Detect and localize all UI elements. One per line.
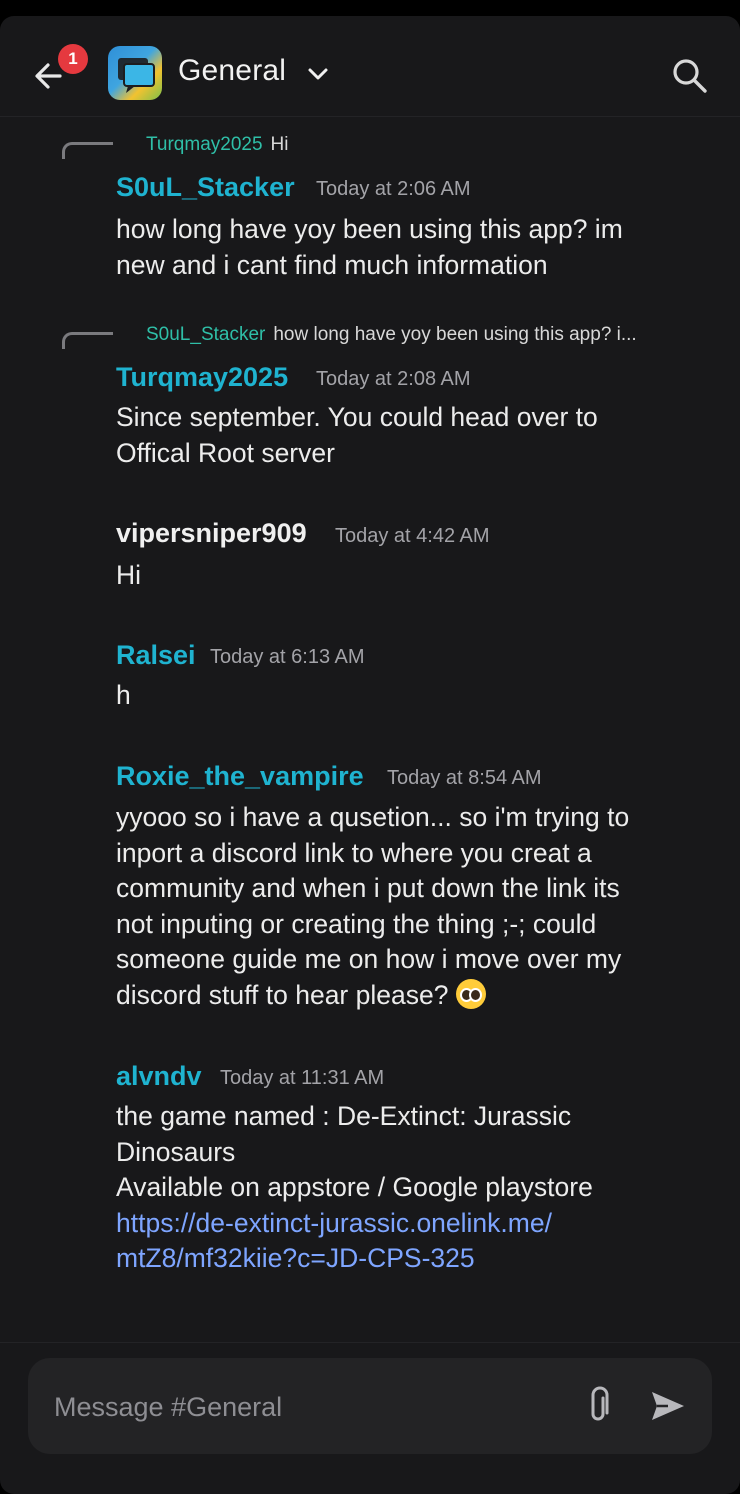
message-body: yyooo so i have a qusetion... so i'm try…	[116, 802, 630, 1010]
message-author[interactable]: Turqmay2025	[116, 362, 288, 393]
app-icon	[108, 46, 162, 100]
message-body: the game named : De-Extinct: Jurassic Di…	[116, 1099, 706, 1277]
reply-line-icon	[62, 142, 113, 159]
message-author[interactable]: Ralsei	[116, 640, 196, 671]
reply-preview[interactable]: S0uL_Stacker how long have yoy been using…	[146, 324, 637, 346]
search-icon[interactable]	[670, 56, 710, 96]
message-body: h	[116, 680, 131, 710]
divider	[0, 1342, 740, 1343]
paperclip-icon[interactable]	[584, 1386, 614, 1426]
message-body: Since september. You could head over to …	[116, 402, 598, 468]
message-input[interactable]	[52, 1382, 576, 1432]
notification-badge: 1	[58, 44, 88, 74]
channel-title[interactable]: General	[178, 54, 286, 88]
message-author[interactable]: vipersniper909	[116, 518, 307, 549]
chevron-down-icon[interactable]	[306, 64, 330, 84]
message-author[interactable]: S0uL_Stacker	[116, 172, 295, 203]
message-composer	[28, 1358, 712, 1454]
app-frame: 1 General Turqmay2025 Hi S0uL_Stacker Tod…	[0, 16, 740, 1494]
message-link[interactable]: https://de-extinct-jurassic.onelink.me/ …	[116, 1206, 706, 1277]
message-body: Hi	[116, 560, 142, 590]
message-timestamp: Today at 2:06 AM	[316, 178, 471, 200]
message-timestamp: Today at 6:13 AM	[210, 646, 365, 668]
message-body: how long have yoy been using this app? i…	[116, 214, 623, 280]
message-timestamp: Today at 8:54 AM	[387, 767, 542, 789]
message-timestamp: Today at 4:42 AM	[335, 525, 490, 547]
message-author[interactable]: Roxie_the_vampire	[116, 761, 364, 792]
channel-header: 1 General	[0, 16, 740, 117]
message-timestamp: Today at 2:08 AM	[316, 368, 471, 390]
reply-preview[interactable]: Turqmay2025 Hi	[146, 134, 288, 156]
pleading-face-emoji	[455, 978, 486, 1009]
reply-line-icon	[62, 332, 113, 349]
send-icon[interactable]	[648, 1388, 688, 1424]
message-timestamp: Today at 11:31 AM	[220, 1067, 385, 1089]
message-author[interactable]: alvndv	[116, 1061, 202, 1092]
